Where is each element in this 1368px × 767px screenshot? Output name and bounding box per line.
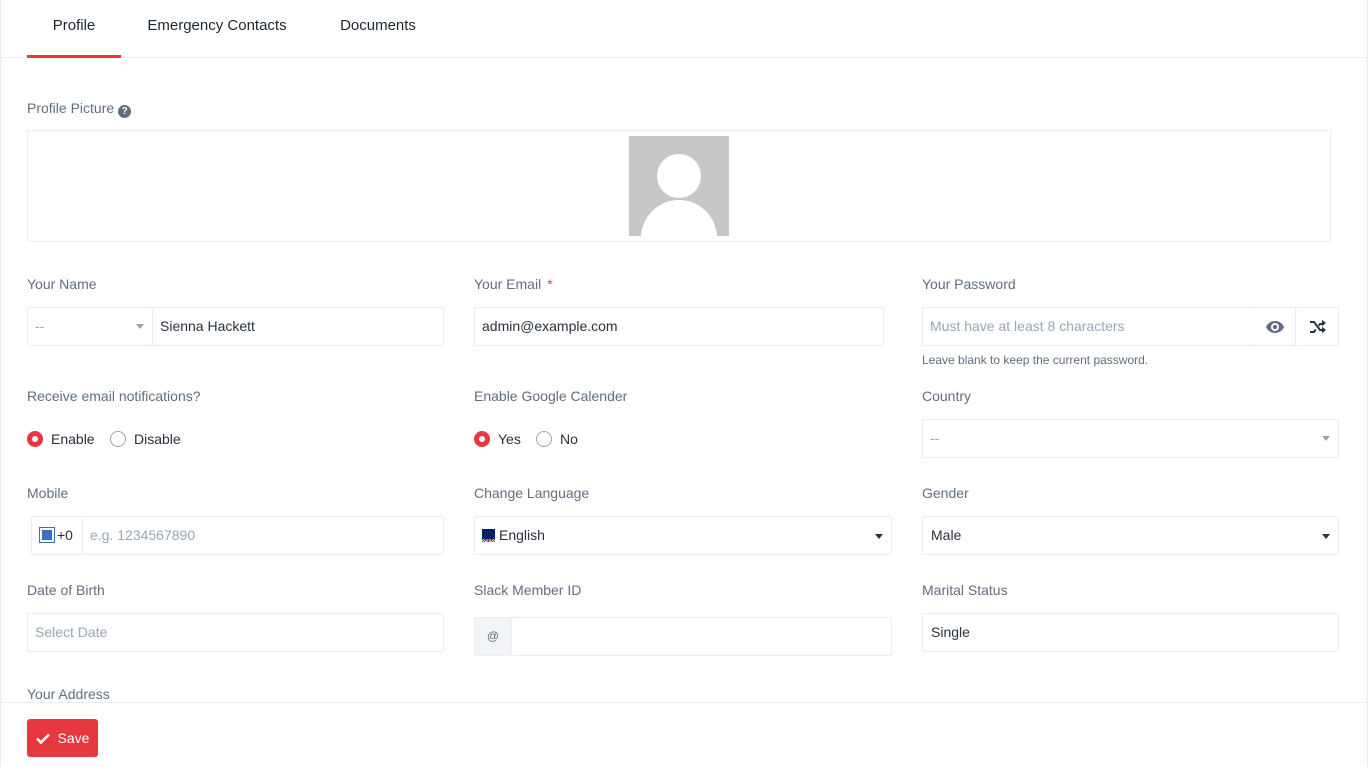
chevron-down-icon: [1322, 436, 1330, 441]
form-footer: [1, 702, 1367, 767]
chevron-down-icon: [136, 324, 144, 329]
country-label: Country: [922, 388, 972, 404]
gender-label: Gender: [922, 485, 969, 501]
radio-unchecked-icon: [110, 431, 126, 447]
gender-value: Male: [931, 527, 962, 543]
radio-google-calendar-yes[interactable]: Yes: [474, 431, 521, 447]
flag-icon: [39, 527, 55, 543]
country-code-value: +0: [57, 527, 73, 543]
dob-input[interactable]: Select Date: [27, 613, 444, 652]
marital-label: Marital Status: [922, 582, 1008, 598]
radio-label: Enable: [51, 431, 95, 447]
password-input[interactable]: Must have at least 8 characters: [922, 307, 1255, 346]
profile-picture-label-text: Profile Picture: [27, 100, 115, 116]
eye-icon: [1265, 320, 1284, 333]
slack-member-input[interactable]: [511, 617, 892, 656]
email-label: Your Email *: [474, 276, 553, 292]
country-code-select[interactable]: +0: [31, 516, 83, 555]
slack-label: Slack Member ID: [474, 582, 582, 598]
avatar-placeholder: [629, 136, 729, 236]
name-input[interactable]: Sienna Hackett: [152, 307, 444, 346]
country-value: --: [930, 430, 940, 446]
marital-status-select[interactable]: Single: [922, 613, 1339, 652]
generate-password-button[interactable]: [1297, 307, 1339, 346]
required-mark: *: [547, 276, 553, 292]
email-label-text: Your Email: [474, 276, 542, 292]
radio-notifications-disable[interactable]: Disable: [110, 431, 181, 447]
tab-bar: Profile Emergency Contacts Documents: [1, 0, 1367, 58]
tab-emergency-contacts[interactable]: Emergency Contacts: [131, 0, 303, 58]
check-icon: [35, 733, 50, 744]
question-circle-icon[interactable]: ?: [118, 105, 132, 118]
dob-label: Date of Birth: [27, 582, 105, 598]
country-select[interactable]: --: [922, 419, 1339, 458]
show-password-button[interactable]: [1254, 307, 1296, 346]
language-label: Change Language: [474, 485, 590, 501]
chevron-down-icon: [1322, 534, 1330, 539]
mobile-input[interactable]: e.g. 1234567890: [82, 516, 444, 555]
save-button[interactable]: Save: [27, 719, 98, 757]
profile-picture-label: Profile Picture?: [27, 100, 132, 118]
language-select[interactable]: English: [474, 516, 892, 555]
radio-label: Disable: [134, 431, 181, 447]
slack-prefix: @: [474, 617, 512, 656]
password-help-text: Leave blank to keep the current password…: [922, 353, 1149, 367]
profile-picture-dropzone[interactable]: [27, 130, 1331, 242]
chevron-down-icon: [875, 534, 883, 539]
save-button-label: Save: [57, 730, 90, 746]
profile-settings-page: Profile Emergency Contacts Documents Pro…: [0, 0, 1368, 767]
google-calendar-label: Enable Google Calender: [474, 388, 628, 404]
address-label: Your Address: [27, 686, 110, 702]
salutation-select[interactable]: --: [27, 307, 153, 346]
email-input[interactable]: admin@example.com: [474, 307, 884, 346]
uk-flag-icon: [482, 529, 495, 542]
radio-notifications-enable[interactable]: Enable: [27, 431, 95, 447]
name-label: Your Name: [27, 276, 97, 292]
radio-checked-icon: [474, 431, 490, 447]
language-value: English: [499, 527, 545, 543]
shuffle-icon: [1309, 319, 1326, 333]
password-label: Your Password: [922, 276, 1016, 292]
radio-label: No: [560, 431, 578, 447]
email-notifications-label: Receive email notifications?: [27, 388, 201, 404]
radio-unchecked-icon: [536, 431, 552, 447]
radio-checked-icon: [27, 431, 43, 447]
tab-documents[interactable]: Documents: [327, 0, 429, 58]
radio-google-calendar-no[interactable]: No: [536, 431, 578, 447]
salutation-value: --: [35, 318, 45, 334]
radio-label: Yes: [498, 431, 521, 447]
tab-profile[interactable]: Profile: [27, 0, 121, 58]
mobile-label: Mobile: [27, 485, 69, 501]
gender-select[interactable]: Male: [922, 516, 1339, 555]
